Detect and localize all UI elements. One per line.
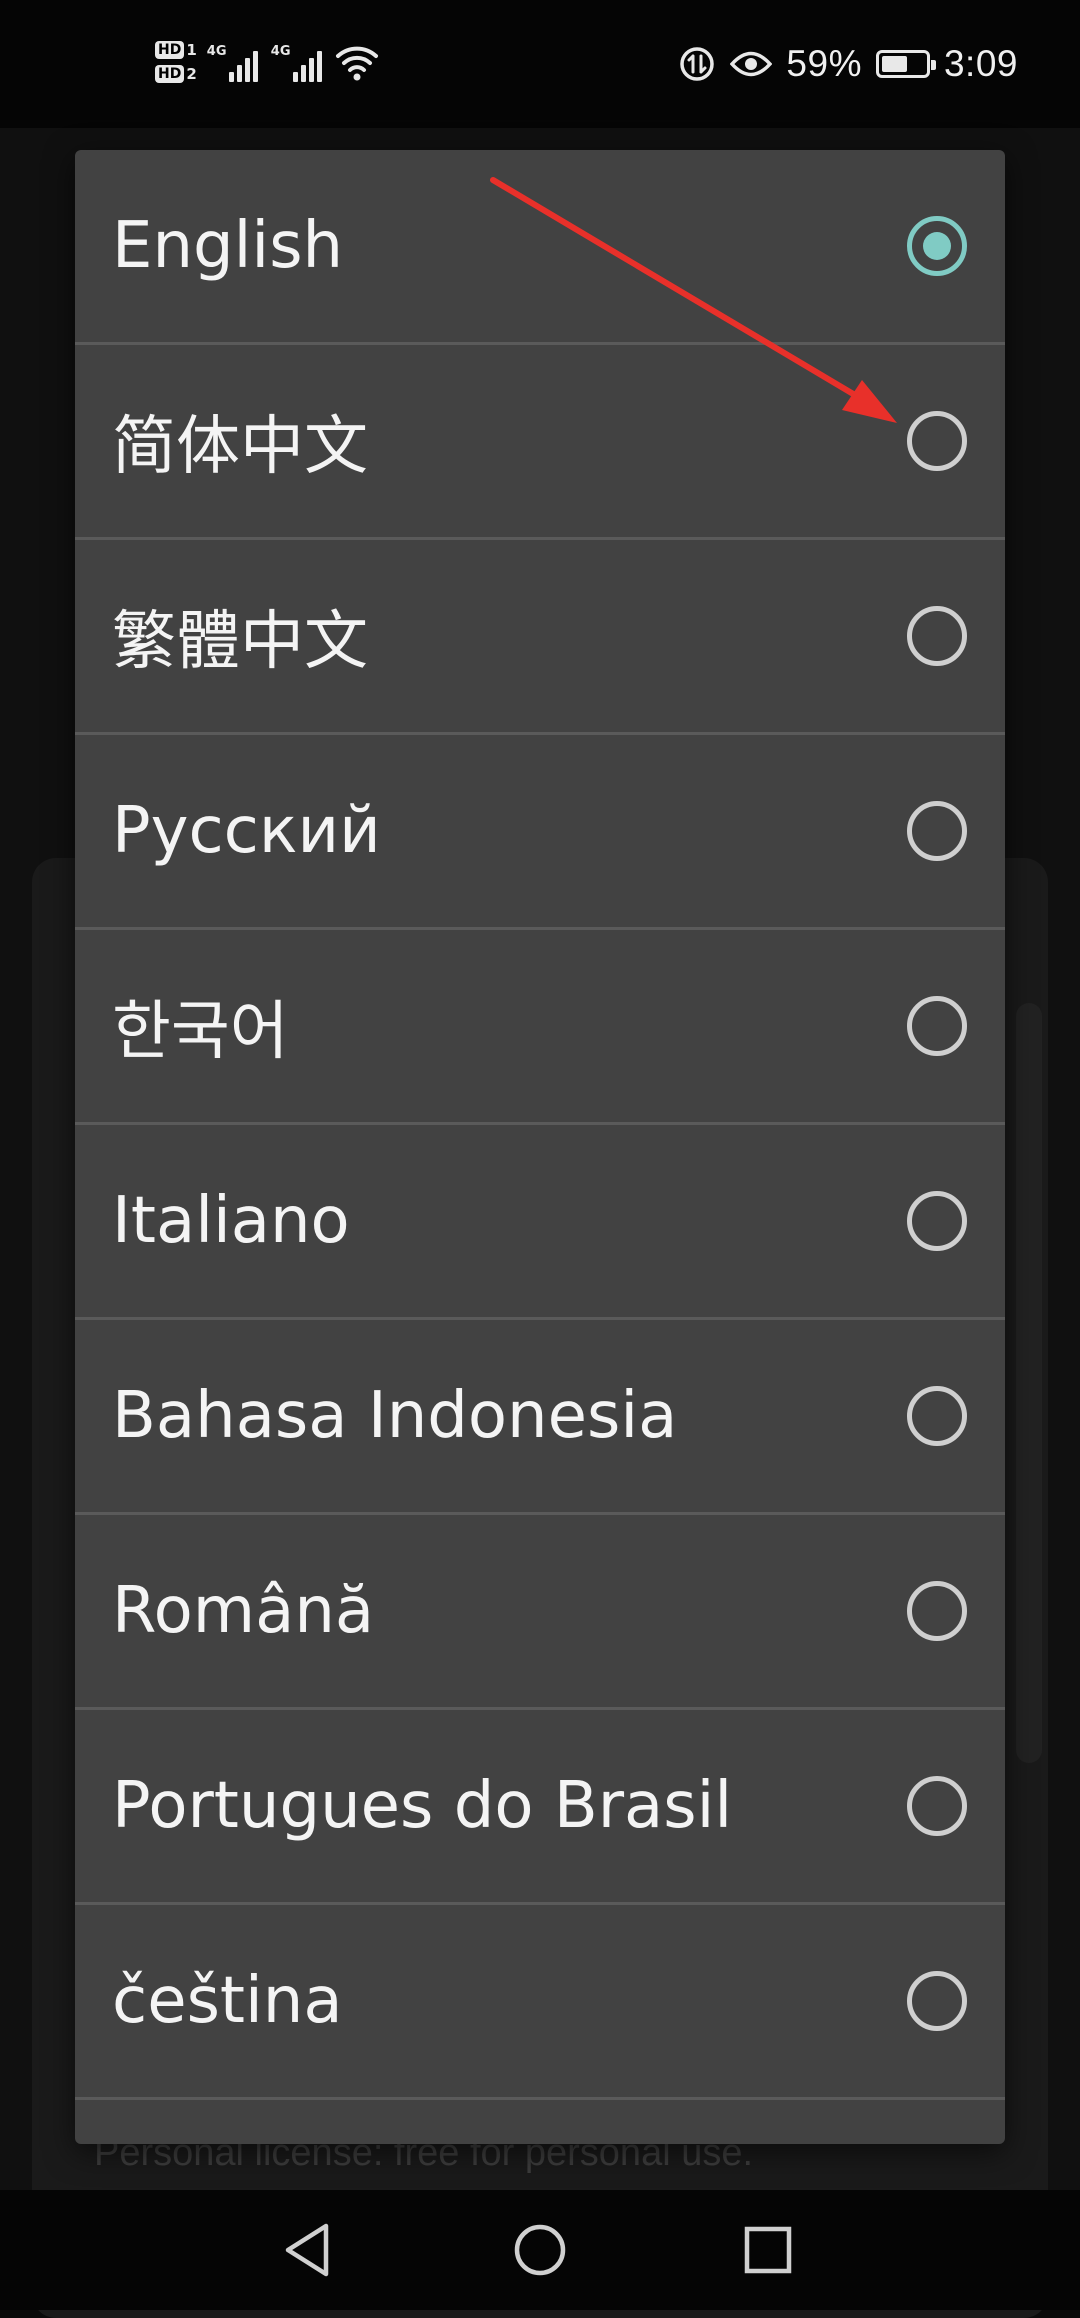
language-label: Русский — [112, 794, 381, 868]
hd-icon: HD 1 HD 2 — [155, 41, 197, 83]
language-label: čeština — [112, 1964, 343, 2038]
language-option-indonesian[interactable]: Bahasa Indonesia — [75, 1320, 1005, 1515]
sim1-hd-label: HD — [155, 41, 185, 59]
signal-icon: 4G — [207, 42, 261, 82]
language-option-italian[interactable]: Italiano — [75, 1125, 1005, 1320]
recents-icon — [744, 2226, 792, 2274]
language-label: Română — [112, 1574, 375, 1648]
signal-icon: 4G — [271, 42, 325, 82]
status-right: 59% 3:09 — [678, 36, 1018, 92]
network-type-2: 4G — [270, 44, 291, 59]
radio-icon[interactable] — [907, 1581, 967, 1641]
language-label: 繁體中文 — [112, 605, 368, 679]
sim2-number: 2 — [186, 65, 197, 83]
language-label: English — [112, 209, 344, 283]
navigation-bar — [0, 2190, 1080, 2310]
status-left: HD 1 HD 2 4G 4G — [155, 30, 379, 94]
clock: 3:09 — [943, 43, 1018, 84]
battery-percent: 59% — [786, 43, 862, 84]
status-bar: HD 1 HD 2 4G 4G 59% 3:09 — [0, 0, 1080, 128]
radio-icon[interactable] — [907, 1386, 967, 1446]
radio-selected-icon[interactable] — [907, 216, 967, 276]
radio-icon[interactable] — [907, 1191, 967, 1251]
home-icon — [514, 2224, 566, 2276]
radio-icon[interactable] — [907, 801, 967, 861]
language-label: 한국어 — [112, 995, 289, 1069]
language-option-korean[interactable]: 한국어 — [75, 930, 1005, 1125]
sim2-hd-label: HD — [155, 65, 185, 83]
battery-level — [881, 56, 907, 72]
home-button[interactable] — [480, 2190, 600, 2310]
recents-button[interactable] — [708, 2190, 828, 2310]
data-saver-icon — [680, 47, 715, 81]
language-label: Bahasa Indonesia — [112, 1379, 678, 1453]
language-option-czech[interactable]: čeština — [75, 1905, 1005, 2100]
network-type-1: 4G — [206, 44, 227, 59]
back-icon — [285, 2223, 329, 2277]
back-button[interactable] — [248, 2190, 368, 2310]
language-label: Portugues do Brasil — [112, 1769, 733, 1843]
radio-icon[interactable] — [907, 996, 967, 1056]
battery-icon — [875, 50, 936, 78]
language-option-traditional-chinese[interactable]: 繁體中文 — [75, 540, 1005, 735]
radio-icon[interactable] — [907, 1971, 967, 2031]
language-label: 简体中文 — [112, 410, 368, 484]
eye-comfort-icon — [730, 51, 773, 77]
language-option-romanian[interactable]: Română — [75, 1515, 1005, 1710]
background-scrollbar — [1016, 1003, 1042, 1763]
radio-icon[interactable] — [907, 411, 967, 471]
radio-icon[interactable] — [907, 606, 967, 666]
wifi-icon — [335, 46, 378, 81]
language-option-russian[interactable]: Русский — [75, 735, 1005, 930]
language-option-english[interactable]: English — [75, 150, 1005, 345]
language-label: Italiano — [112, 1184, 350, 1258]
language-dialog: English 简体中文 繁體中文 Русский 한국어 Italiano B… — [75, 150, 1005, 2144]
radio-icon[interactable] — [907, 1776, 967, 1836]
language-option-simplified-chinese[interactable]: 简体中文 — [75, 345, 1005, 540]
sim1-number: 1 — [186, 41, 197, 59]
language-option-portuguese-brazil[interactable]: Portugues do Brasil — [75, 1710, 1005, 1905]
